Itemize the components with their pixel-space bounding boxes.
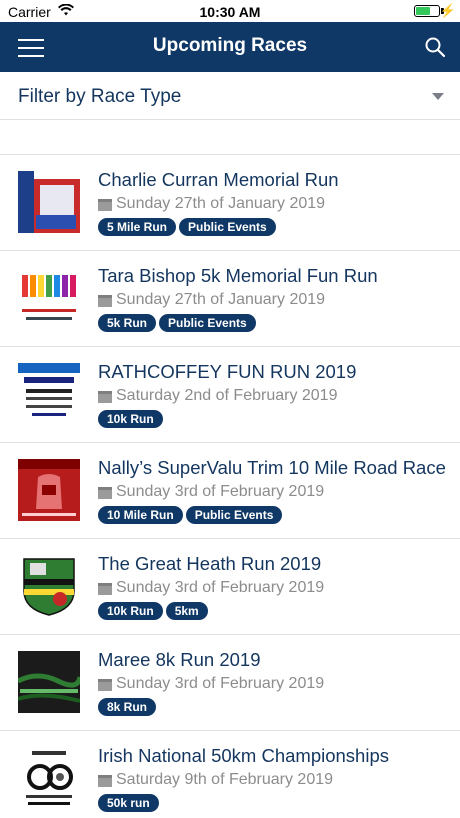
calendar-icon — [98, 198, 112, 211]
status-bar: Carrier 10:30 AM ⚡ — [0, 0, 460, 22]
race-tag[interactable]: 10k Run — [98, 602, 163, 620]
race-tag[interactable]: Public Events — [159, 314, 256, 332]
charging-icon: ⚡ — [439, 3, 456, 18]
search-icon[interactable] — [424, 36, 446, 58]
race-tag[interactable]: 10k Run — [98, 410, 163, 428]
race-item[interactable]: RATHCOFFEY FUN RUN 2019 Saturday 2nd of … — [0, 347, 460, 443]
race-tag[interactable]: 5k Run — [98, 314, 157, 332]
race-tags: 5k Run Public Events — [98, 314, 256, 332]
chevron-down-icon — [432, 93, 444, 100]
race-item[interactable]: Tara Bishop 5k Memorial Fun Run Sunday 2… — [0, 251, 460, 347]
race-tag[interactable]: 10 Mile Run — [98, 506, 183, 524]
race-date: Sunday 3rd of February 2019 — [116, 483, 325, 500]
race-item[interactable]: Nally’s SuperValu Trim 10 Mile Road Race… — [0, 443, 460, 539]
filter-label: Filter by Race Type — [18, 86, 182, 107]
race-thumbnail — [18, 363, 80, 425]
race-date: Saturday 9th of February 2019 — [116, 771, 334, 788]
race-date: Sunday 27th of January 2019 — [116, 291, 326, 308]
race-tag[interactable]: 5km — [165, 602, 208, 620]
race-item[interactable]: Maree 8k Run 2019 Sunday 3rd of February… — [0, 635, 460, 731]
race-type-filter[interactable]: Filter by Race Type — [0, 72, 460, 120]
race-thumbnail — [18, 267, 80, 329]
race-date: Sunday 27th of January 2019 — [116, 195, 326, 212]
race-name: Maree 8k Run 2019 — [98, 649, 261, 670]
navbar: Upcoming Races — [0, 22, 460, 72]
race-tag[interactable]: 5 Mile Run — [98, 218, 177, 236]
race-date-row: Sunday 27th of January 2019 — [98, 195, 325, 213]
race-date-row: Sunday 3rd of February 2019 — [98, 579, 324, 597]
race-date-row: Sunday 3rd of February 2019 — [98, 675, 324, 693]
calendar-icon — [98, 294, 112, 307]
race-tag[interactable]: 8k Run — [98, 698, 157, 716]
page-title: Upcoming Races — [152, 35, 308, 56]
race-tags: 10k Run 5km — [98, 602, 208, 620]
race-tags: 50k run — [98, 794, 159, 812]
race-thumbnail — [18, 171, 80, 233]
race-date-row: Saturday 2nd of February 2019 — [98, 387, 337, 405]
race-name: The Great Heath Run 2019 — [98, 553, 322, 574]
race-thumbnail — [18, 555, 80, 617]
spacer — [0, 120, 460, 155]
race-tag[interactable]: 50k run — [98, 794, 159, 812]
race-tags: 8k Run — [98, 698, 157, 716]
race-tags: 10k Run — [98, 410, 163, 428]
race-name: Tara Bishop 5k Memorial Fun Run — [98, 265, 378, 286]
race-thumbnail — [18, 651, 80, 713]
calendar-icon — [98, 486, 112, 499]
race-name: Charlie Curran Memorial Run — [98, 169, 339, 190]
race-tag[interactable]: Public Events — [179, 218, 276, 236]
race-name: RATHCOFFEY FUN RUN 2019 — [98, 361, 357, 382]
race-date-row: Sunday 27th of January 2019 — [98, 291, 325, 309]
race-date-row: Saturday 9th of February 2019 — [98, 771, 333, 789]
race-item[interactable]: Charlie Curran Memorial Run Sunday 27th … — [0, 155, 460, 251]
race-tags: 5 Mile Run Public Events — [98, 218, 276, 236]
race-tag[interactable]: Public Events — [185, 506, 283, 524]
calendar-icon — [98, 678, 112, 691]
race-tags: 10 Mile Run Public Events — [98, 506, 283, 524]
race-date: Sunday 3rd of February 2019 — [116, 675, 325, 692]
calendar-icon — [98, 582, 112, 595]
battery-icon — [414, 5, 440, 17]
race-list: Charlie Curran Memorial Run Sunday 27th … — [0, 155, 460, 818]
race-date: Saturday 2nd of February 2019 — [116, 387, 338, 404]
race-thumbnail — [18, 459, 80, 521]
race-date: Sunday 3rd of February 2019 — [116, 579, 325, 596]
race-item[interactable]: The Great Heath Run 2019 Sunday 3rd of F… — [0, 539, 460, 635]
clock: 10:30 AM — [199, 4, 261, 20]
calendar-icon — [98, 390, 112, 403]
race-name: Nally’s SuperValu Trim 10 Mile Road Race — [98, 457, 446, 478]
race-thumbnail — [18, 747, 80, 809]
race-date-row: Sunday 3rd of February 2019 — [98, 483, 324, 501]
calendar-icon — [98, 774, 112, 787]
race-name: Irish National 50km Championships — [98, 745, 389, 766]
race-item[interactable]: Irish National 50km Championships Saturd… — [0, 731, 460, 818]
